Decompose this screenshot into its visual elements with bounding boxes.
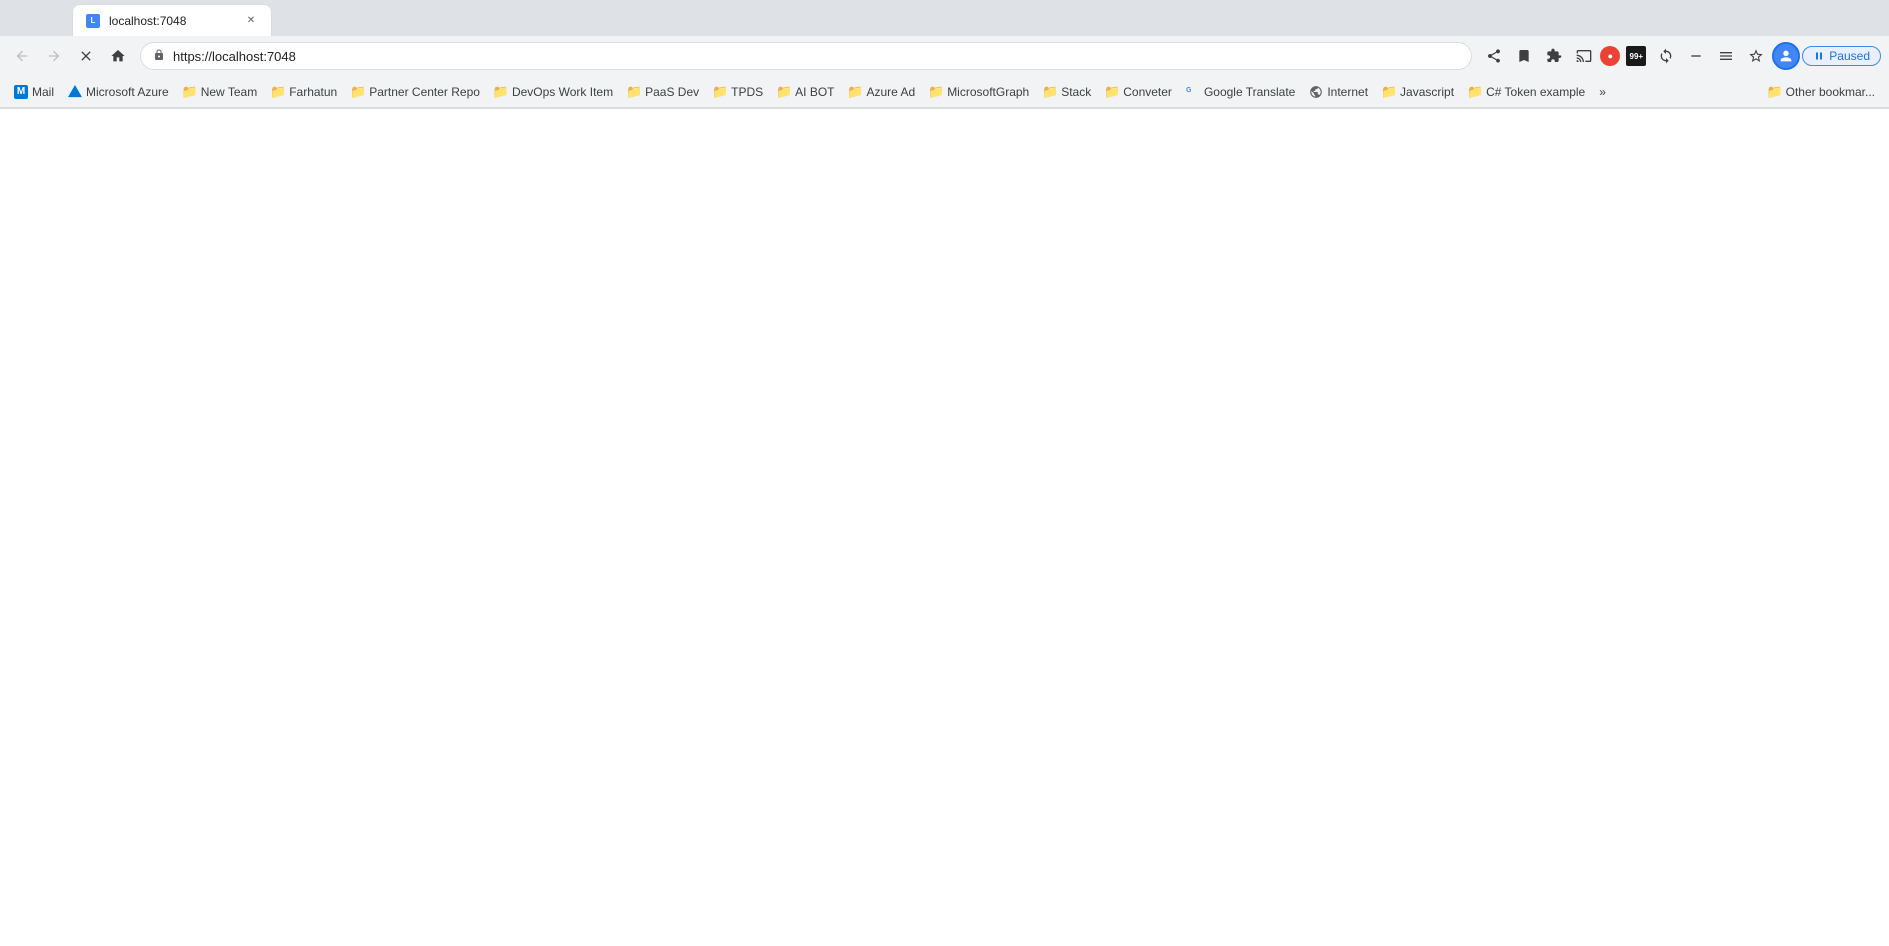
bookmark-mail-label: Mail: [32, 85, 54, 99]
tab-close-button[interactable]: ✕: [243, 13, 259, 29]
overflow-chevron: »: [1599, 85, 1606, 99]
bookmark-partner-center-repo[interactable]: 📁 Partner Center Repo: [345, 80, 486, 104]
bookmark-farhatun[interactable]: 📁 Farhatun: [265, 80, 343, 104]
bookmark-google-translate-label: Google Translate: [1204, 85, 1295, 99]
bookmark-other-bookmarks[interactable]: 📁 Other bookmar...: [1762, 80, 1881, 104]
bookmark-csharp-label: C# Token example: [1486, 85, 1585, 99]
tab-title: localhost:7048: [109, 14, 235, 28]
javascript-folder-icon: 📁: [1382, 85, 1396, 99]
bookmark-azure-label: Microsoft Azure: [86, 85, 169, 99]
bookmark-farhatun-label: Farhatun: [289, 85, 337, 99]
stop-button[interactable]: [72, 42, 100, 70]
bookmark-other-bookmarks-label: Other bookmar...: [1786, 85, 1875, 99]
nav-actions: ● 99+: [1480, 42, 1881, 70]
internet-globe-icon: [1309, 85, 1323, 99]
paused-label: Paused: [1829, 49, 1870, 63]
cast-button[interactable]: [1570, 42, 1598, 70]
active-tab[interactable]: L localhost:7048 ✕: [72, 4, 272, 36]
devops-folder-icon: 📁: [494, 85, 508, 99]
bookmark-partner-center-label: Partner Center Repo: [369, 85, 480, 99]
bookmark-paas-label: PaaS Dev: [645, 85, 699, 99]
stack-folder-icon: 📁: [1043, 85, 1057, 99]
bookmark-microsoftgraph-label: MicrosoftGraph: [947, 85, 1029, 99]
mail-favicon: M: [14, 85, 28, 99]
profile-button[interactable]: [1772, 42, 1800, 70]
bookmark-azure-ad[interactable]: 📁 Azure Ad: [842, 80, 921, 104]
share-button[interactable]: [1480, 42, 1508, 70]
bookmark-microsoft-azure[interactable]: Microsoft Azure: [62, 80, 175, 104]
bookmark-devops-work-item[interactable]: 📁 DevOps Work Item: [488, 80, 619, 104]
nav-bar: https://localhost:7048 ●: [0, 36, 1889, 76]
lastpass-icon[interactable]: ●: [1600, 46, 1620, 66]
bookmark-tpds[interactable]: 📁 TPDS: [707, 80, 769, 104]
conveter-folder-icon: 📁: [1105, 85, 1119, 99]
svg-text:G: G: [1186, 87, 1192, 94]
url-display: https://localhost:7048: [173, 49, 1459, 64]
lock-icon: [153, 49, 165, 64]
bookmark-internet[interactable]: Internet: [1303, 80, 1374, 104]
notification-extension-button[interactable]: 99+: [1622, 42, 1650, 70]
ai-bot-folder-icon: 📁: [777, 85, 791, 99]
bookmark-devops-label: DevOps Work Item: [512, 85, 613, 99]
paas-folder-icon: 📁: [627, 85, 641, 99]
tab-bar: L localhost:7048 ✕: [0, 0, 1889, 36]
bookmark-button[interactable]: [1510, 42, 1538, 70]
bookmarks-overflow-button[interactable]: »: [1595, 83, 1610, 101]
bookmark-paas-dev[interactable]: 📁 PaaS Dev: [621, 80, 705, 104]
google-translate-favicon: G: [1186, 85, 1200, 99]
bookmark-ai-bot-label: AI BOT: [795, 85, 834, 99]
browser-chrome: L localhost:7048 ✕ https://localhost:7: [0, 0, 1889, 109]
bookmark-javascript[interactable]: 📁 Javascript: [1376, 80, 1460, 104]
azure-ad-folder-icon: 📁: [848, 85, 862, 99]
new-team-folder-icon: 📁: [183, 85, 197, 99]
other-bookmarks-folder-icon: 📁: [1768, 85, 1782, 99]
minimize-button[interactable]: [1682, 42, 1710, 70]
bookmark-google-translate[interactable]: G Google Translate: [1180, 80, 1301, 104]
bookmark-conveter-label: Conveter: [1123, 85, 1172, 99]
csharp-folder-icon: 📁: [1468, 85, 1482, 99]
bookmark-tpds-label: TPDS: [731, 85, 763, 99]
tpds-folder-icon: 📁: [713, 85, 727, 99]
tab-favicon: L: [85, 13, 101, 29]
sidebar-toggle-button[interactable]: [1712, 42, 1740, 70]
home-button[interactable]: [104, 42, 132, 70]
bookmarks-bar: M Mail Microsoft Azure 📁 New Team 📁: [0, 76, 1889, 108]
bookmark-microsoftgraph[interactable]: 📁 MicrosoftGraph: [923, 80, 1035, 104]
microsoftgraph-folder-icon: 📁: [929, 85, 943, 99]
bookmark-new-team[interactable]: 📁 New Team: [177, 80, 263, 104]
page-content: [0, 109, 1889, 946]
bookmark-stack-label: Stack: [1061, 85, 1091, 99]
bookmark-csharp-token[interactable]: 📁 C# Token example: [1462, 80, 1591, 104]
bookmark-ai-bot[interactable]: 📁 AI BOT: [771, 80, 840, 104]
bookmark-stack[interactable]: 📁 Stack: [1037, 80, 1097, 104]
bookmark-internet-label: Internet: [1327, 85, 1368, 99]
partner-center-folder-icon: 📁: [351, 85, 365, 99]
bookmark-javascript-label: Javascript: [1400, 85, 1454, 99]
address-bar[interactable]: https://localhost:7048: [140, 42, 1472, 70]
paused-sync-button[interactable]: Paused: [1802, 46, 1881, 66]
sync-button[interactable]: [1652, 42, 1680, 70]
favorites-button[interactable]: [1742, 42, 1770, 70]
azure-favicon: [68, 85, 82, 99]
back-button[interactable]: [8, 42, 36, 70]
forward-button[interactable]: [40, 42, 68, 70]
bookmark-conveter[interactable]: 📁 Conveter: [1099, 80, 1178, 104]
extension-badge: 99+: [1630, 52, 1644, 61]
farhatun-folder-icon: 📁: [271, 85, 285, 99]
bookmark-new-team-label: New Team: [201, 85, 257, 99]
extensions-button[interactable]: [1540, 42, 1568, 70]
bookmark-azure-ad-label: Azure Ad: [866, 85, 915, 99]
bookmark-mail[interactable]: M Mail: [8, 80, 60, 104]
